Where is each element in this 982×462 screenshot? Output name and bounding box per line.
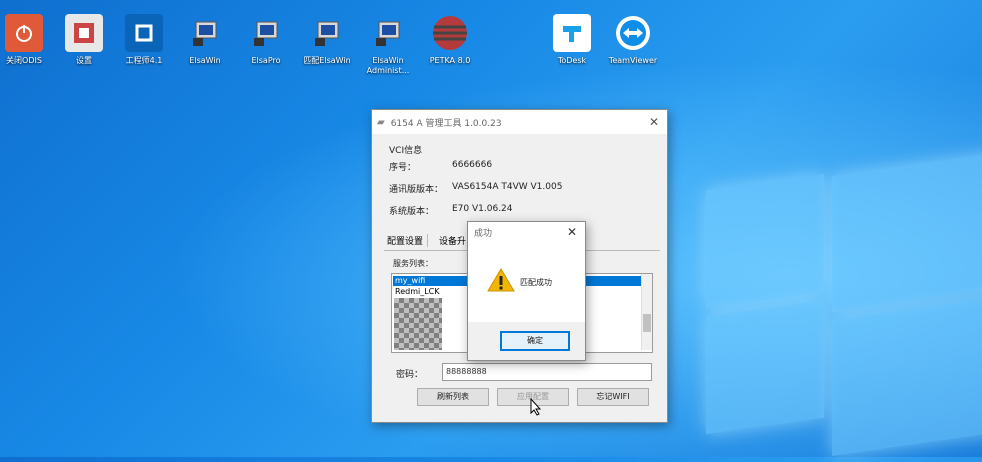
engineer-app-icon	[125, 14, 163, 52]
computer-icon	[247, 14, 285, 52]
forget-wifi-button[interactable]: 忘记WIFI	[577, 388, 649, 406]
vci-section-title: VCI信息	[389, 146, 423, 156]
desktop-icon-label: ElsaPro	[251, 56, 281, 65]
windows-logo	[706, 152, 982, 462]
desktop-icon-label: 关闭ODIS	[6, 56, 42, 65]
comm-version-label: 通讯版版本：	[389, 185, 444, 195]
desktop-icon-label: PETKA 8.0	[429, 56, 471, 65]
desktop-icon-label: 工程师4.1	[125, 56, 163, 65]
serial-value: 6666666	[452, 160, 493, 170]
computer-icon	[369, 14, 407, 52]
desktop-icon-elsapro[interactable]: ElsaPro	[236, 6, 296, 66]
computer-icon	[186, 14, 224, 52]
scrollbar-thumb[interactable]	[643, 314, 651, 332]
teamviewer-icon	[614, 14, 652, 52]
globe-icon	[431, 14, 469, 52]
window-title: 6154 A 管理工具 1.0.0.23	[390, 118, 502, 129]
ok-button[interactable]: 确定	[500, 331, 570, 351]
desktop-icon-settings[interactable]: 设置	[54, 6, 114, 66]
desktop-icon-label: 匹配ElsaWin	[303, 56, 351, 65]
dialog-titlebar[interactable]: 成功 ✕	[468, 222, 585, 242]
tab-config-settings[interactable]: 配置设置	[387, 234, 429, 247]
list-item[interactable]: Redmi_LCK	[395, 287, 440, 296]
success-dialog: 成功 ✕ 匹配成功 确定	[467, 221, 586, 361]
close-icon[interactable]: ✕	[559, 225, 585, 239]
dialog-footer: 确定	[468, 322, 585, 360]
warning-icon	[487, 267, 515, 297]
blurred-image	[394, 298, 442, 350]
desktop-icon-label: ElsaWin Administ...	[366, 56, 410, 75]
service-list-label: 服务列表：	[393, 259, 433, 268]
refresh-list-button[interactable]: 刷新列表	[417, 388, 489, 406]
computer-icon	[308, 14, 346, 52]
desktop-icon-engineer[interactable]: 工程师4.1	[114, 6, 174, 66]
desktop-icon-todesk[interactable]: ToDesk	[542, 6, 602, 66]
scrollbar[interactable]	[641, 274, 652, 350]
tool-window-titlebar[interactable]: ▰ 6154 A 管理工具 1.0.0.23 ✕	[372, 110, 667, 134]
password-field[interactable]: 88888888	[442, 363, 652, 381]
comm-version-value: VAS6154A T4VW V1.005	[452, 182, 563, 192]
desktop-icon-label: ElsaWin	[189, 56, 221, 65]
desktop-icon-label: TeamViewer	[608, 56, 658, 65]
tab-device-upgrade[interactable]: 设备升	[439, 234, 466, 247]
tools-icon	[65, 14, 103, 52]
password-label: 密码：	[396, 370, 424, 380]
desktop-icon-elsawin-admin[interactable]: ElsaWin Administ...	[358, 6, 418, 76]
desktop-icon-teamviewer[interactable]: TeamViewer	[603, 6, 663, 66]
desktop-icon-close-odis[interactable]: 关闭ODIS	[0, 6, 54, 66]
desktop-icon-label: ToDesk	[557, 56, 587, 65]
todesk-icon	[553, 14, 591, 52]
mouse-cursor-icon	[530, 397, 542, 420]
desktop-icon-elsawin[interactable]: ElsaWin	[175, 6, 235, 66]
system-version-label: 系统版本：	[389, 207, 435, 217]
power-icon	[5, 14, 43, 52]
app-icon: ▰	[377, 116, 385, 128]
serial-label: 序号：	[389, 163, 417, 173]
desktop-icon-petka[interactable]: PETKA 8.0	[420, 6, 480, 66]
close-icon[interactable]: ✕	[641, 115, 667, 129]
desktop-icon-match-elsawin[interactable]: 匹配ElsaWin	[297, 6, 357, 66]
dialog-title: 成功	[474, 228, 493, 239]
dialog-message: 匹配成功	[520, 278, 552, 287]
desktop-icon-label: 设置	[76, 56, 92, 65]
system-version-value: E70 V1.06.24	[452, 204, 513, 214]
